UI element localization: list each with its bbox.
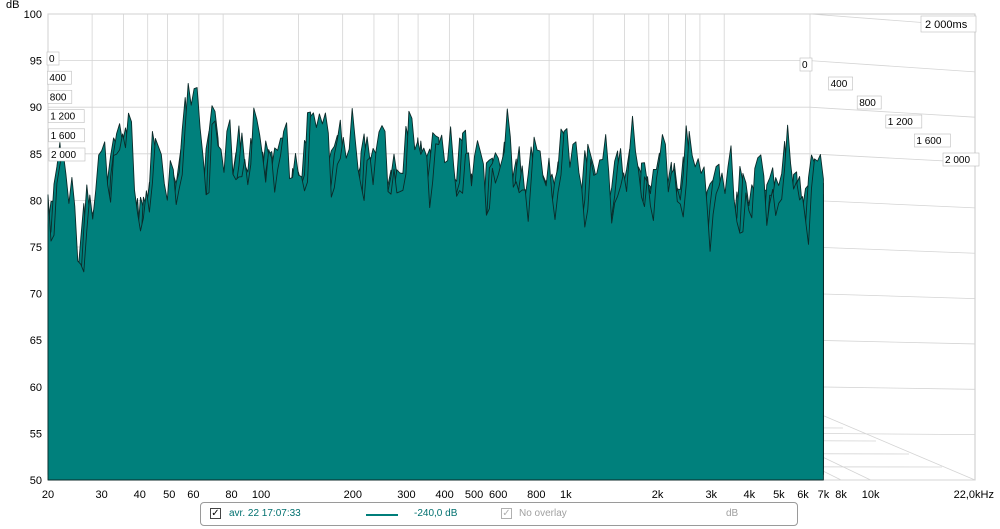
x-tick-label: 100 [252,489,270,501]
x-tick-label: 10k [862,489,880,501]
x-tick-label: 30 [96,489,108,501]
measurement-timestamp: avr. 22 17:07:33 [229,508,301,519]
y-axis-label: dB [6,0,19,11]
measurement-checkbox[interactable]: ✓ [210,508,221,519]
waterfall-chart: 50 55 60 65 70 75 80 85 90 95 100 20 30 40 50 60 80 100 2… [0,0,1000,529]
x-tick-label: 200 [344,489,362,501]
time-tick-label-right: 1 600 [916,136,941,147]
svg-text:2 000ms: 2 000ms [925,19,968,31]
x-tick-label: 300 [397,489,415,501]
legend-bar: ✓ avr. 22 17:07:33 -240,0 dB ✓ No overla… [200,502,798,526]
y-tick-label: 85 [30,149,42,161]
level-readout: -240,0 dB [414,508,458,519]
y-tick-label: 70 [30,289,42,301]
series-swatch [366,514,398,516]
time-tick-label-right: 2 000 [945,155,970,166]
overlay-label: No overlay [519,508,567,519]
time-tick-label-left: 0 [49,54,55,65]
x-tick-label: 3k [705,489,717,501]
time-tick-label-left: 2 000 [51,150,76,161]
x-tick-label: 2k [652,489,664,501]
x-tick-label: 60 [187,489,199,501]
overlay-checkbox[interactable]: ✓ [501,508,512,519]
x-tick-label: 8k [835,489,847,501]
x-tick-label: 5k [773,489,785,501]
time-tick-label-left: 1 600 [51,131,76,142]
time-tick-label-right: 800 [859,98,876,109]
time-tick-label-left: 400 [49,73,66,84]
time-tick-label-right: 400 [831,79,848,90]
x-tick-label: 7k [818,489,830,501]
y-tick-label: 90 [30,102,42,114]
x-tick-label: 800 [527,489,545,501]
x-tick-label: 50 [163,489,175,501]
x-tick-label: 500 [465,489,483,501]
time-tick-label-left: 800 [50,92,67,103]
unit-label: dB [726,508,739,519]
time-tick-label-right: 1 200 [888,117,913,128]
time-tick-label-right: 0 [802,60,808,71]
x-tick-label: 1k [560,489,572,501]
x-tick-label: 40 [134,489,146,501]
y-tick-label: 100 [24,9,42,21]
y-tick-label: 75 [30,242,42,254]
x-tick-label: 80 [225,489,237,501]
time-tick-label-left: 1 200 [50,112,75,123]
x-tick-label: 400 [435,489,453,501]
x-tick-label: 20 [42,489,54,501]
time-max-label: 2 000ms [920,15,977,33]
y-tick-label: 60 [30,382,42,394]
y-tick-label: 95 [30,56,42,68]
x-tick-label: 6k [797,489,809,501]
y-tick-label: 65 [30,335,42,347]
x-tick-label: 600 [489,489,507,501]
x-tick-label: 4k [744,489,756,501]
x-tick-label: 22,0kHz [954,489,994,501]
y-tick-label: 80 [30,195,42,207]
y-tick-label: 55 [30,428,42,440]
y-tick-label: 50 [30,475,42,487]
